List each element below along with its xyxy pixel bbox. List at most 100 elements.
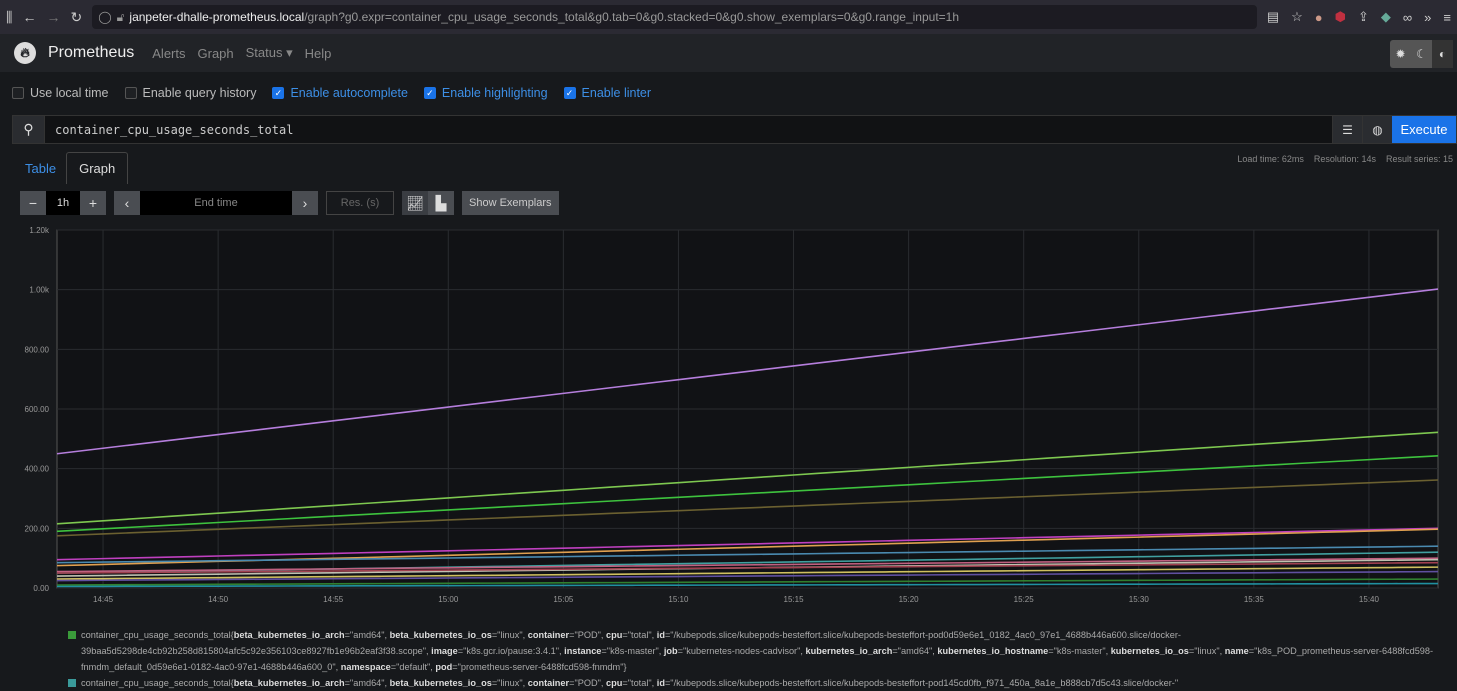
- metric-name: container_cpu_usage_seconds_total: [81, 630, 231, 640]
- label-key: instance: [564, 646, 602, 656]
- option-enable-query-history[interactable]: Enable query history: [124, 86, 256, 100]
- option-enable-highlighting[interactable]: ✓ Enable highlighting: [423, 86, 548, 100]
- label-key: kubernetes_io_arch: [805, 646, 893, 656]
- checkbox[interactable]: [12, 87, 24, 99]
- prometheus-logo[interactable]: 🔥︎: [14, 42, 36, 64]
- lock-icon: 🔓︎: [116, 9, 125, 24]
- option-use-local-time[interactable]: Use local time: [12, 86, 109, 100]
- option-enable-linter[interactable]: ✓ Enable linter: [563, 86, 651, 100]
- show-exemplars-button[interactable]: Show Exemplars: [462, 191, 559, 215]
- metrics-explorer-button[interactable]: ☰: [1332, 116, 1362, 143]
- brand[interactable]: Prometheus: [48, 44, 134, 62]
- previous-time-button[interactable]: ‹: [114, 191, 140, 215]
- bookmark-star-icon[interactable]: ☆: [1291, 9, 1303, 25]
- checkbox[interactable]: ✓: [563, 87, 576, 99]
- option-enable-autocomplete[interactable]: ✓ Enable autocomplete: [272, 86, 408, 100]
- x-tick-label: 15:00: [438, 595, 459, 604]
- label-value: total: [631, 678, 649, 688]
- label-key: beta_kubernetes_io_os: [389, 630, 492, 640]
- menu-icon[interactable]: ≡: [1443, 10, 1451, 25]
- label-value: amd64: [353, 630, 382, 640]
- legend-item[interactable]: container_cpu_usage_seconds_total{beta_k…: [68, 675, 1448, 691]
- x-tick-label: 15:05: [553, 595, 574, 604]
- legend-item[interactable]: container_cpu_usage_seconds_total{beta_k…: [68, 627, 1448, 675]
- label-key: job: [663, 646, 678, 656]
- range-input[interactable]: 1h: [46, 191, 80, 215]
- resolution: Resolution: 14s: [1313, 154, 1376, 164]
- label-value: amd64: [353, 678, 382, 688]
- extension-icon[interactable]: ●: [1315, 10, 1323, 25]
- label-value: POD: [577, 678, 598, 688]
- tab-graph[interactable]: Graph: [66, 152, 129, 184]
- x-tick-label: 15:35: [1244, 595, 1265, 604]
- graph-chart[interactable]: 0.00 200.00 400.00 600.00 800.00 1.00k 1.20k 14…: [0, 222, 1457, 612]
- checkbox[interactable]: ✓: [272, 87, 285, 99]
- nav-alerts[interactable]: Alerts: [152, 46, 185, 61]
- next-time-button[interactable]: ›: [292, 191, 318, 215]
- extension-icon[interactable]: ∞: [1403, 10, 1412, 25]
- label-value: POD: [577, 630, 598, 640]
- label-value: linux: [500, 630, 520, 640]
- end-time-input[interactable]: End time: [140, 191, 292, 215]
- legend-swatch: [68, 631, 76, 639]
- extension-icon[interactable]: ◆: [1381, 9, 1391, 25]
- y-tick-label: 600.00: [25, 405, 50, 414]
- navbar: 🔥︎ Prometheus Alerts Graph Status ▾ Help…: [0, 34, 1457, 72]
- metric-name: container_cpu_usage_seconds_total: [81, 678, 231, 688]
- option-label: Enable highlighting: [441, 86, 548, 100]
- x-tick-label: 14:45: [93, 595, 114, 604]
- url-bar[interactable]: ◯ 🔓︎ janpeter-dhalle-prometheus.local/gr…: [92, 5, 1257, 29]
- url-path: /graph?g0.expr=container_cpu_usage_secon…: [304, 10, 960, 24]
- increase-range-button[interactable]: +: [80, 191, 106, 215]
- execute-button[interactable]: Execute: [1392, 116, 1456, 143]
- browser-toolbar: ⫼ ← → ↻ ◯ 🔓︎ janpeter-dhalle-prometheus.…: [0, 0, 1457, 34]
- line-chart-icon[interactable]: 📈︎: [402, 191, 428, 215]
- label-value: total: [631, 630, 649, 640]
- label-value: linux: [500, 678, 520, 688]
- load-time: Load time: 62ms: [1237, 154, 1304, 164]
- label-value: kubernetes-nodes-cadvisor: [686, 646, 798, 656]
- nav-help[interactable]: Help: [305, 46, 332, 61]
- label-key: beta_kubernetes_io_arch: [233, 630, 345, 640]
- forward-icon[interactable]: →: [46, 9, 60, 25]
- query-stats: Load time: 62ms Resolution: 14s Result s…: [1237, 154, 1453, 164]
- checkbox[interactable]: [124, 87, 137, 99]
- label-value: prometheus-server-6488fcd598-fnmdm: [460, 662, 621, 672]
- label-value: k8s.gcr.io/pause:3.4.1: [466, 646, 556, 656]
- label-key: image: [431, 646, 458, 656]
- y-tick-label: 1.20k: [29, 226, 50, 235]
- label-value: /kubepods.slice/kubepods-besteffort.slic…: [673, 678, 1175, 688]
- nav-graph[interactable]: Graph: [198, 46, 234, 61]
- graph-controls: − 1h + ‹ End time › Res. (s) 📈︎ ▙ Show E…: [20, 191, 559, 215]
- legend: container_cpu_usage_seconds_total{beta_k…: [68, 627, 1448, 691]
- share-icon[interactable]: ⇪: [1358, 9, 1369, 25]
- url-host: janpeter-dhalle-prometheus.local: [129, 10, 305, 24]
- light-theme-icon[interactable]: ✹: [1390, 40, 1411, 68]
- label-key: pod: [435, 662, 453, 672]
- back-icon[interactable]: ←: [22, 9, 36, 25]
- query-bar: ⚲ container_cpu_usage_seconds_total ☰ ◍ …: [12, 115, 1457, 144]
- label-key: id: [656, 630, 665, 640]
- nav-status[interactable]: Status ▾: [246, 45, 293, 61]
- stacked-chart-icon[interactable]: ▙: [428, 191, 454, 215]
- ublock-icon[interactable]: ⬢: [1335, 9, 1346, 25]
- globe-icon[interactable]: ◍: [1362, 116, 1392, 143]
- label-key: cpu: [606, 630, 623, 640]
- overflow-icon[interactable]: »: [1424, 10, 1431, 25]
- x-tick-label: 15:25: [1014, 595, 1035, 604]
- dark-theme-icon[interactable]: ☾: [1411, 40, 1432, 68]
- auto-theme-icon[interactable]: ◐: [1432, 40, 1453, 68]
- option-label: Use local time: [30, 86, 109, 100]
- query-input[interactable]: container_cpu_usage_seconds_total: [45, 116, 1332, 143]
- library-icon[interactable]: ⫼: [6, 9, 12, 26]
- label-key: kubernetes_io_os: [1110, 646, 1189, 656]
- reload-icon[interactable]: ↻: [70, 9, 82, 26]
- tab-table[interactable]: Table: [15, 154, 66, 183]
- label-value: k8s-master: [610, 646, 656, 656]
- resolution-input[interactable]: Res. (s): [326, 191, 394, 215]
- reader-icon[interactable]: ▤: [1267, 9, 1279, 25]
- decrease-range-button[interactable]: −: [20, 191, 46, 215]
- checkbox[interactable]: ✓: [423, 87, 436, 99]
- tabs: Table Graph: [15, 152, 129, 184]
- y-tick-label: 200.00: [25, 524, 50, 533]
